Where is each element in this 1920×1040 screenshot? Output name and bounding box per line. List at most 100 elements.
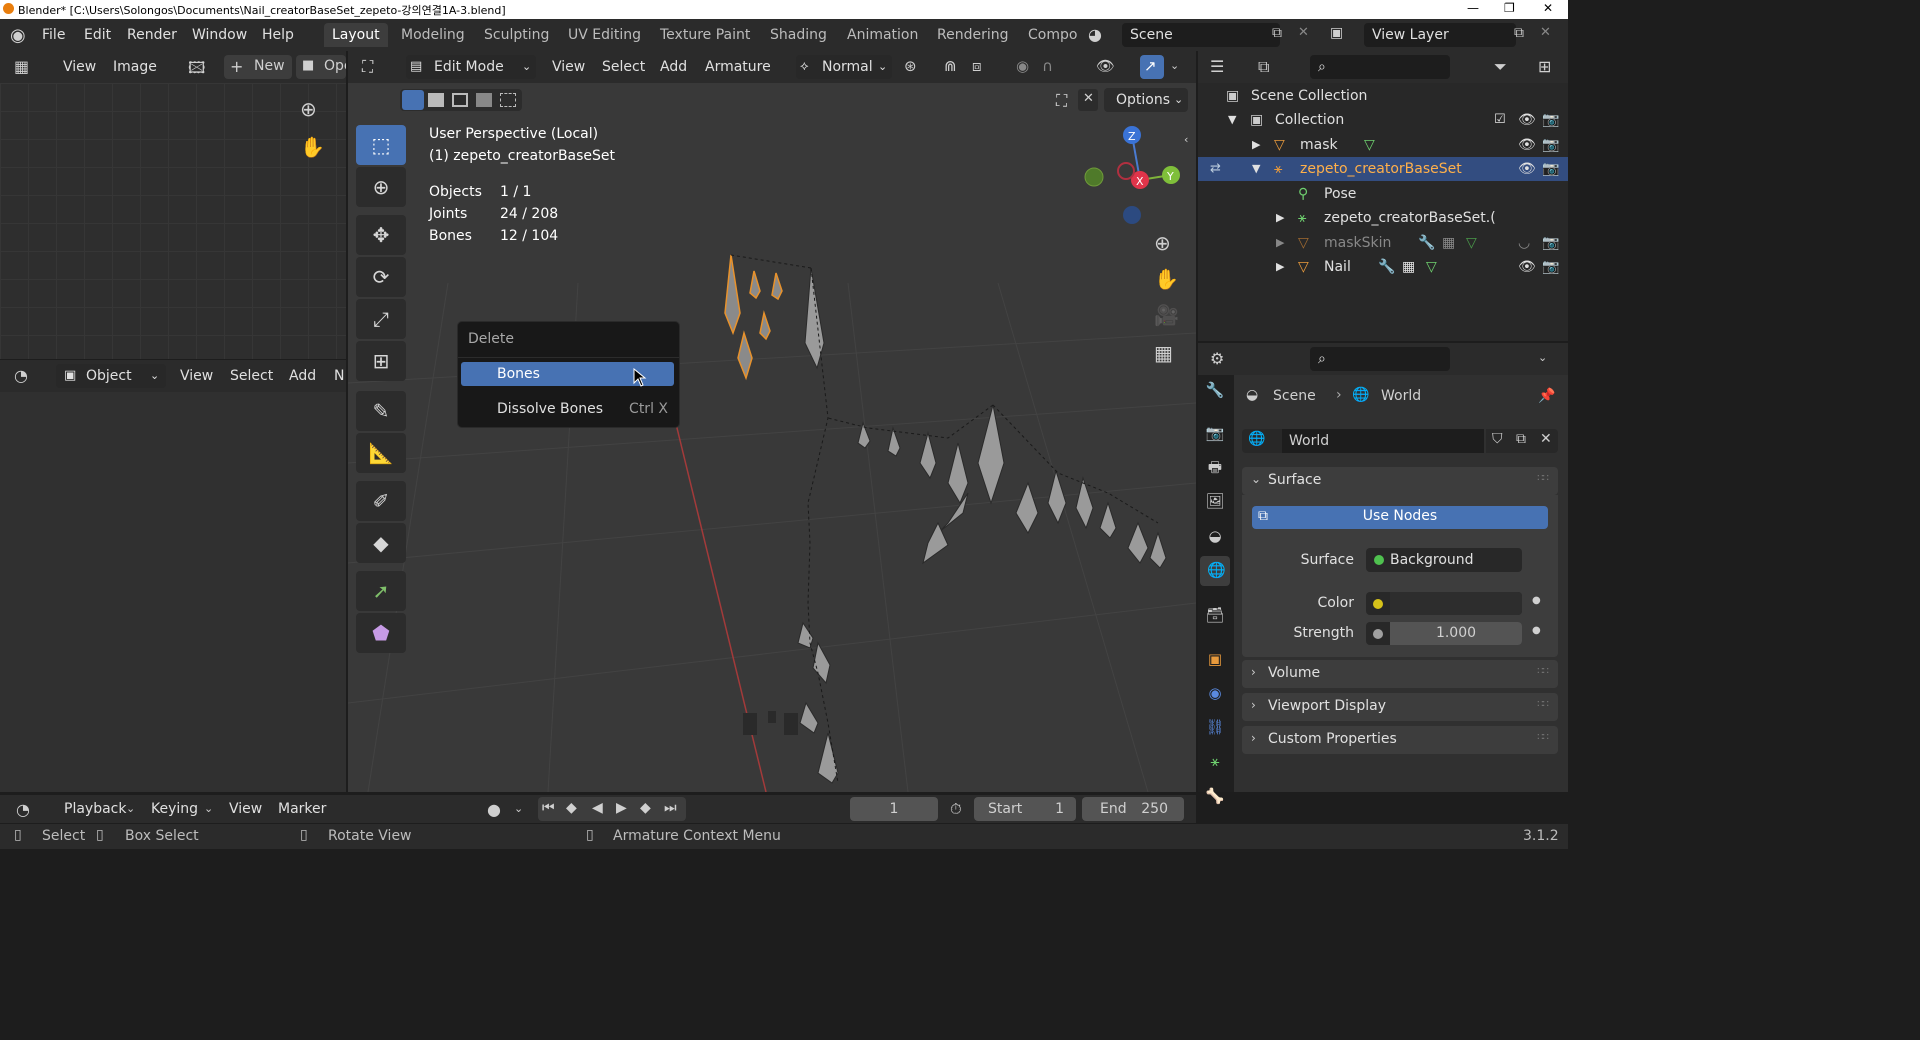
bone-size-tool[interactable]: ◆ — [356, 523, 406, 563]
timeline-menu-keying[interactable]: Keying — [151, 801, 198, 817]
current-frame-field[interactable]: 1 — [850, 797, 938, 821]
scale-tool[interactable]: ⤢ — [356, 299, 406, 339]
minimize-button[interactable]: — — [1467, 1, 1479, 15]
view-layer-field[interactable]: View Layer — [1364, 23, 1516, 47]
outliner-search-input[interactable]: ⌕ — [1310, 55, 1450, 79]
select-subtract-icon[interactable] — [452, 93, 468, 107]
menu-window[interactable]: Window — [192, 27, 247, 43]
jump-start-icon[interactable]: ⏮ — [542, 800, 555, 816]
move-tool[interactable]: ✥ — [356, 215, 406, 255]
timeline-editor-icon[interactable]: ◔ — [16, 800, 30, 819]
outliner-row-armature-data[interactable]: ▶ ⚹ zepeto_creatorBaseSet.( — [1198, 206, 1568, 230]
pan-hand-icon[interactable]: ✋ — [300, 135, 325, 159]
physics-tab-icon[interactable]: ◉ — [1203, 681, 1227, 705]
measure-tool[interactable]: 📐 — [356, 433, 406, 473]
zoom-view-icon[interactable]: ⊕ — [1154, 231, 1171, 255]
constraints-tab-icon[interactable]: ⛓ — [1203, 715, 1227, 739]
strength-slider[interactable]: 1.000 — [1390, 622, 1522, 645]
chevron-down-icon[interactable]: ⌄ — [514, 802, 523, 815]
use-nodes-button[interactable]: ⧉ Use Nodes — [1252, 506, 1548, 529]
perspective-toggle-icon[interactable]: ▦ — [1154, 341, 1173, 365]
blender-logo-icon[interactable]: ◉ — [10, 25, 26, 46]
eye-icon[interactable]: 👁 — [1518, 108, 1536, 132]
tab-texture-paint[interactable]: Texture Paint — [652, 23, 758, 47]
gizmo-toggle-button[interactable]: ↗ — [1140, 55, 1164, 79]
bone-tab-icon[interactable]: 🦴 — [1203, 784, 1227, 808]
restore-button[interactable]: ❐ — [1504, 1, 1515, 15]
filter-icon[interactable]: ⏷ — [1494, 57, 1507, 77]
edit-mode-dropdown[interactable]: ▤ Edit Mode ⌄ — [406, 55, 536, 79]
image-browse-icon[interactable]: 🖾 — [188, 57, 205, 84]
properties-editor-icon[interactable]: ⚙ — [1210, 349, 1224, 368]
pan-view-icon[interactable]: ✋ — [1154, 267, 1179, 291]
tab-compositing[interactable]: Compo — [1020, 23, 1085, 47]
drag-grip-icon[interactable]: ∷∷ — [1537, 666, 1549, 677]
scene-tab-icon[interactable]: ◒ — [1203, 524, 1227, 548]
surface-shader-dropdown[interactable]: Background — [1366, 548, 1522, 572]
timeline-menu-view[interactable]: View — [229, 801, 262, 817]
rotate-tool[interactable]: ⟳ — [356, 257, 406, 297]
delete-view-layer-icon[interactable]: ✕ — [1540, 25, 1551, 40]
image-menu-view[interactable]: View — [63, 59, 96, 75]
play-reverse-icon[interactable]: ◀ — [592, 800, 603, 816]
keyframe-dot-icon[interactable]: ● — [1532, 625, 1541, 636]
scene-selector-icon[interactable]: ◕ — [1088, 25, 1102, 44]
stopwatch-icon[interactable]: ⏱ — [950, 800, 962, 818]
left-menu-select[interactable]: Select — [230, 368, 273, 384]
close-affect-button[interactable]: ✕ — [1078, 89, 1098, 111]
dissolve-bones-item[interactable]: Dissolve Bones Ctrl X — [461, 397, 674, 421]
collection-tab-icon[interactable]: 🗃 — [1203, 603, 1227, 627]
snap-target-icon[interactable]: ⧈ — [972, 57, 982, 75]
outliner-row-collection[interactable]: ▼ ▣ Collection ☑ 👁 📷 — [1198, 108, 1568, 132]
expand-arrow-icon[interactable]: ▶ — [1276, 231, 1284, 255]
pin-icon[interactable]: 📌 — [1538, 388, 1555, 404]
zoom-icon[interactable]: ⊕ — [300, 97, 317, 121]
play-icon[interactable]: ▶ — [616, 800, 627, 816]
color-swatch[interactable] — [1390, 592, 1522, 615]
armature-data-tab-icon[interactable]: ⚹ — [1203, 749, 1227, 773]
color-field[interactable] — [1366, 592, 1522, 615]
proportional-edit-icon[interactable]: ◉ — [1016, 57, 1029, 75]
outliner-editor-icon[interactable]: ☰ — [1210, 57, 1224, 76]
select-new-icon[interactable] — [402, 90, 424, 110]
tab-shading[interactable]: Shading — [762, 23, 835, 47]
editor-type-icon[interactable]: ▦ — [14, 57, 29, 76]
menu-edit[interactable]: Edit — [84, 27, 111, 43]
tab-layout[interactable]: Layout — [324, 23, 388, 47]
tool-tab-icon[interactable]: 🔧 — [1203, 378, 1227, 402]
world-name-input[interactable]: World — [1282, 429, 1484, 453]
viewport-menu-armature[interactable]: Armature — [705, 59, 771, 75]
eye-hidden-icon[interactable]: ◡ — [1518, 231, 1530, 255]
end-frame-field[interactable]: End 250 — [1082, 797, 1184, 821]
image-menu-image[interactable]: Image — [113, 59, 157, 75]
expand-arrow-icon[interactable]: ▼ — [1252, 157, 1260, 181]
visibility-eye-icon[interactable]: 👁 — [1096, 57, 1115, 75]
camera-icon[interactable]: 📷 — [1542, 108, 1559, 132]
outliner-row-nail[interactable]: ▶ ▽ Nail 🔧 ▦ ▽ 👁 📷 — [1198, 255, 1568, 279]
strength-field[interactable]: 1.000 — [1366, 622, 1522, 645]
new-scene-icon[interactable]: ⧉ — [1272, 25, 1282, 41]
new-view-layer-icon[interactable]: ⧉ — [1514, 25, 1524, 41]
menu-help[interactable]: Help — [262, 27, 294, 43]
camera-icon[interactable]: 📷 — [1542, 157, 1559, 181]
chevron-down-icon[interactable]: ⌄ — [1170, 59, 1179, 72]
menu-render[interactable]: Render — [127, 27, 177, 43]
sidebar-toggle-icon[interactable]: ‹ — [1184, 133, 1188, 146]
tab-rendering[interactable]: Rendering — [929, 23, 1017, 47]
drag-grip-icon[interactable]: ∷∷ — [1537, 699, 1549, 710]
tab-sculpting[interactable]: Sculpting — [476, 23, 557, 47]
expand-arrow-icon[interactable]: ▶ — [1276, 206, 1284, 230]
expand-arrow-icon[interactable]: ▶ — [1276, 255, 1284, 279]
object-tab-icon[interactable]: ▣ — [1203, 647, 1227, 671]
custom-properties-section-header[interactable]: › Custom Properties ∷∷ — [1242, 726, 1558, 754]
drag-grip-icon[interactable]: ∷∷ — [1537, 473, 1549, 484]
record-keyframe-icon[interactable]: ● — [487, 800, 501, 819]
transform-affect-icon[interactable]: ⛶ — [1056, 91, 1067, 111]
eye-icon[interactable]: 👁 — [1518, 157, 1536, 181]
world-browse-button[interactable]: 🌐 — [1242, 429, 1282, 453]
viewport-menu-add[interactable]: Add — [660, 59, 687, 75]
envelope-tool[interactable]: ⬟ — [356, 613, 406, 653]
new-image-button[interactable]: + New — [224, 55, 292, 79]
tab-uv-editing[interactable]: UV Editing — [560, 23, 649, 47]
open-image-button[interactable]: ■ Ope — [296, 55, 346, 79]
